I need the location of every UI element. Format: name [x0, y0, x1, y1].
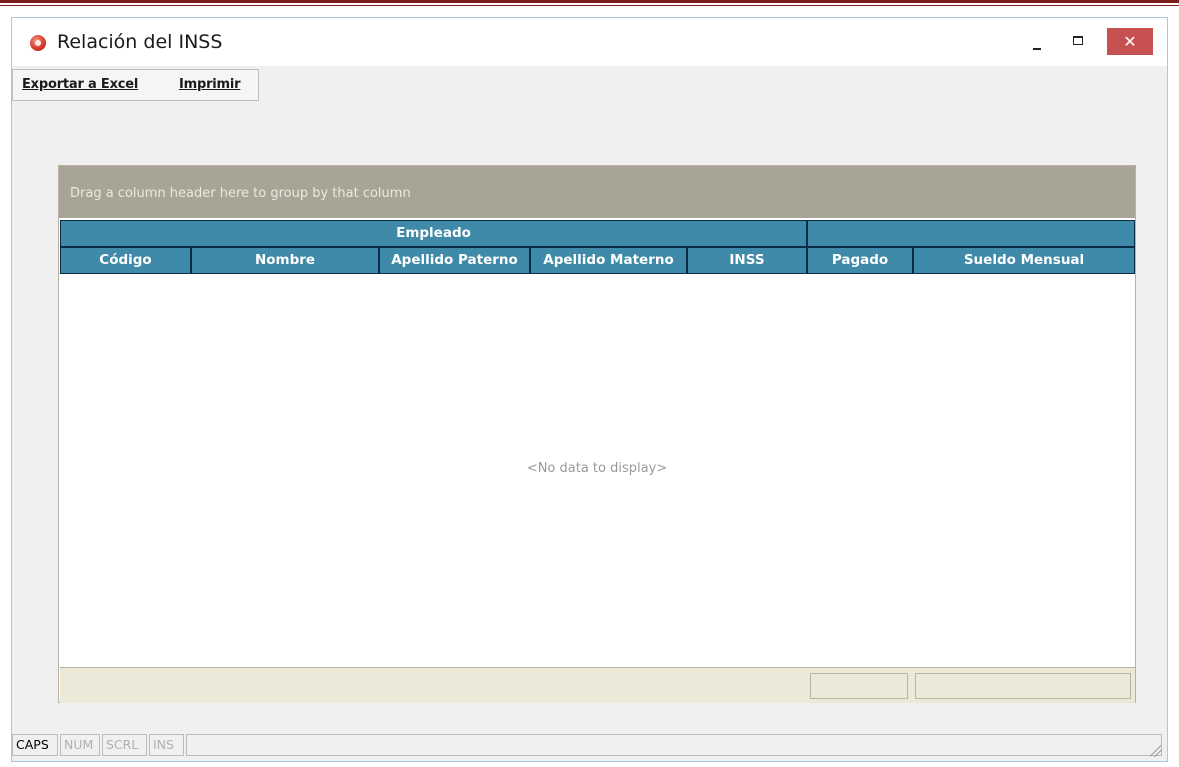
status-caps: CAPS — [12, 734, 58, 756]
band-header-empleado[interactable]: Empleado — [60, 220, 807, 247]
export-excel-button[interactable]: Exportar a Excel — [22, 77, 138, 92]
app-window: Relación del INSS ✕ Exportar a Excel Imp… — [11, 17, 1168, 762]
close-button[interactable]: ✕ — [1107, 28, 1153, 55]
column-header-pagado[interactable]: Pagado — [807, 247, 913, 274]
minimize-button[interactable] — [1019, 28, 1053, 55]
status-message — [186, 734, 1162, 756]
print-button[interactable]: Imprimir — [179, 77, 241, 92]
column-header-sueldo-mensual[interactable]: Sueldo Mensual — [913, 247, 1135, 274]
window-title: Relación del INSS — [57, 31, 223, 53]
group-by-hint: Drag a column header here to group by th… — [70, 186, 411, 201]
status-scrl: SCRL — [102, 734, 147, 756]
document-top-rule — [0, 0, 1179, 3]
data-grid: Drag a column header here to group by th… — [58, 165, 1136, 703]
grid-header: Empleado Código Nombre Apellido Paterno … — [60, 220, 1135, 274]
footer-summary-sueldo — [915, 673, 1131, 699]
column-header-nombre[interactable]: Nombre — [191, 247, 379, 274]
resize-grip-icon[interactable] — [1150, 745, 1162, 757]
document-top-rule-thin — [0, 5, 1179, 6]
column-header-apellido-paterno[interactable]: Apellido Paterno — [379, 247, 530, 274]
status-ins: INS — [149, 734, 184, 756]
toolbar: Exportar a Excel Imprimir — [12, 69, 259, 101]
column-header-codigo[interactable]: Código — [60, 247, 191, 274]
band-header-blank[interactable] — [807, 220, 1135, 247]
app-icon — [30, 35, 46, 51]
column-header-inss[interactable]: INSS — [687, 247, 807, 274]
status-num: NUM — [60, 734, 100, 756]
maximize-button[interactable] — [1061, 28, 1095, 55]
status-bar: CAPS NUM SCRL INS — [12, 733, 1167, 761]
column-header-apellido-materno[interactable]: Apellido Materno — [530, 247, 687, 274]
grid-footer — [60, 667, 1135, 703]
title-bar[interactable]: Relación del INSS ✕ — [12, 18, 1167, 66]
group-by-panel[interactable]: Drag a column header here to group by th… — [59, 166, 1135, 218]
close-icon: ✕ — [1123, 32, 1137, 51]
empty-grid-message: <No data to display> — [526, 461, 668, 476]
footer-summary-pagado — [810, 673, 908, 699]
